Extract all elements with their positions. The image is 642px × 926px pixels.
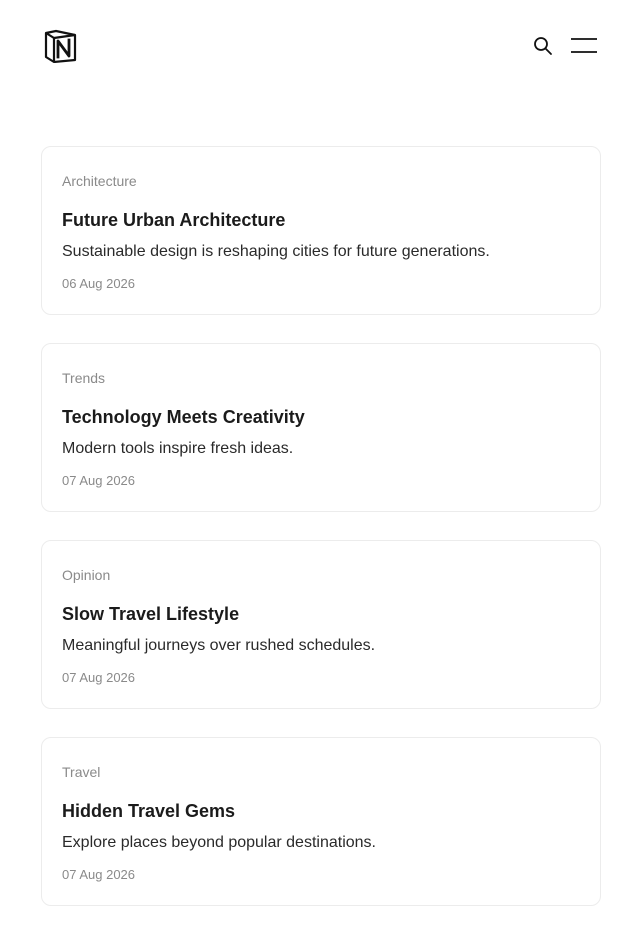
post-excerpt: Meaningful journeys over rushed schedule… (62, 637, 376, 654)
post-category[interactable]: Architecture (62, 173, 580, 189)
post-title[interactable]: Technology Meets Creativity (62, 406, 580, 428)
post-excerpt: Explore places beyond popular destinatio… (62, 834, 376, 851)
notion-logo-icon (44, 29, 77, 64)
post-date: 06 Aug 2026 (62, 276, 136, 291)
post-card[interactable]: Travel Hidden Travel Gems Explore places… (41, 737, 601, 906)
post-date: 07 Aug 2026 (62, 473, 136, 488)
hamburger-menu-icon (571, 38, 597, 53)
search-icon (534, 37, 552, 55)
post-title[interactable]: Hidden Travel Gems (62, 800, 580, 822)
post-title[interactable]: Future Urban Architecture (62, 209, 580, 231)
post-card[interactable]: Opinion Slow Travel Lifestyle Meaningful… (41, 540, 601, 709)
post-title[interactable]: Slow Travel Lifestyle (62, 603, 580, 625)
post-category[interactable]: Trends (62, 370, 580, 386)
page: Architecture Future Urban Architecture S… (0, 0, 642, 926)
post-card[interactable]: Trends Technology Meets Creativity Moder… (41, 343, 601, 512)
post-date: 07 Aug 2026 (62, 867, 136, 882)
menu-button[interactable] (571, 37, 597, 55)
logo-link[interactable] (44, 29, 78, 64)
post-excerpt: Sustainable design is reshaping cities f… (62, 243, 490, 260)
post-excerpt: Modern tools inspire fresh ideas. (62, 440, 294, 457)
search-button[interactable] (533, 36, 553, 56)
post-category[interactable]: Opinion (62, 567, 580, 583)
post-date: 07 Aug 2026 (62, 670, 136, 685)
post-feed: Architecture Future Urban Architecture S… (41, 146, 601, 906)
site-header (0, 0, 642, 92)
post-card[interactable]: Architecture Future Urban Architecture S… (41, 146, 601, 315)
post-category[interactable]: Travel (62, 764, 580, 780)
